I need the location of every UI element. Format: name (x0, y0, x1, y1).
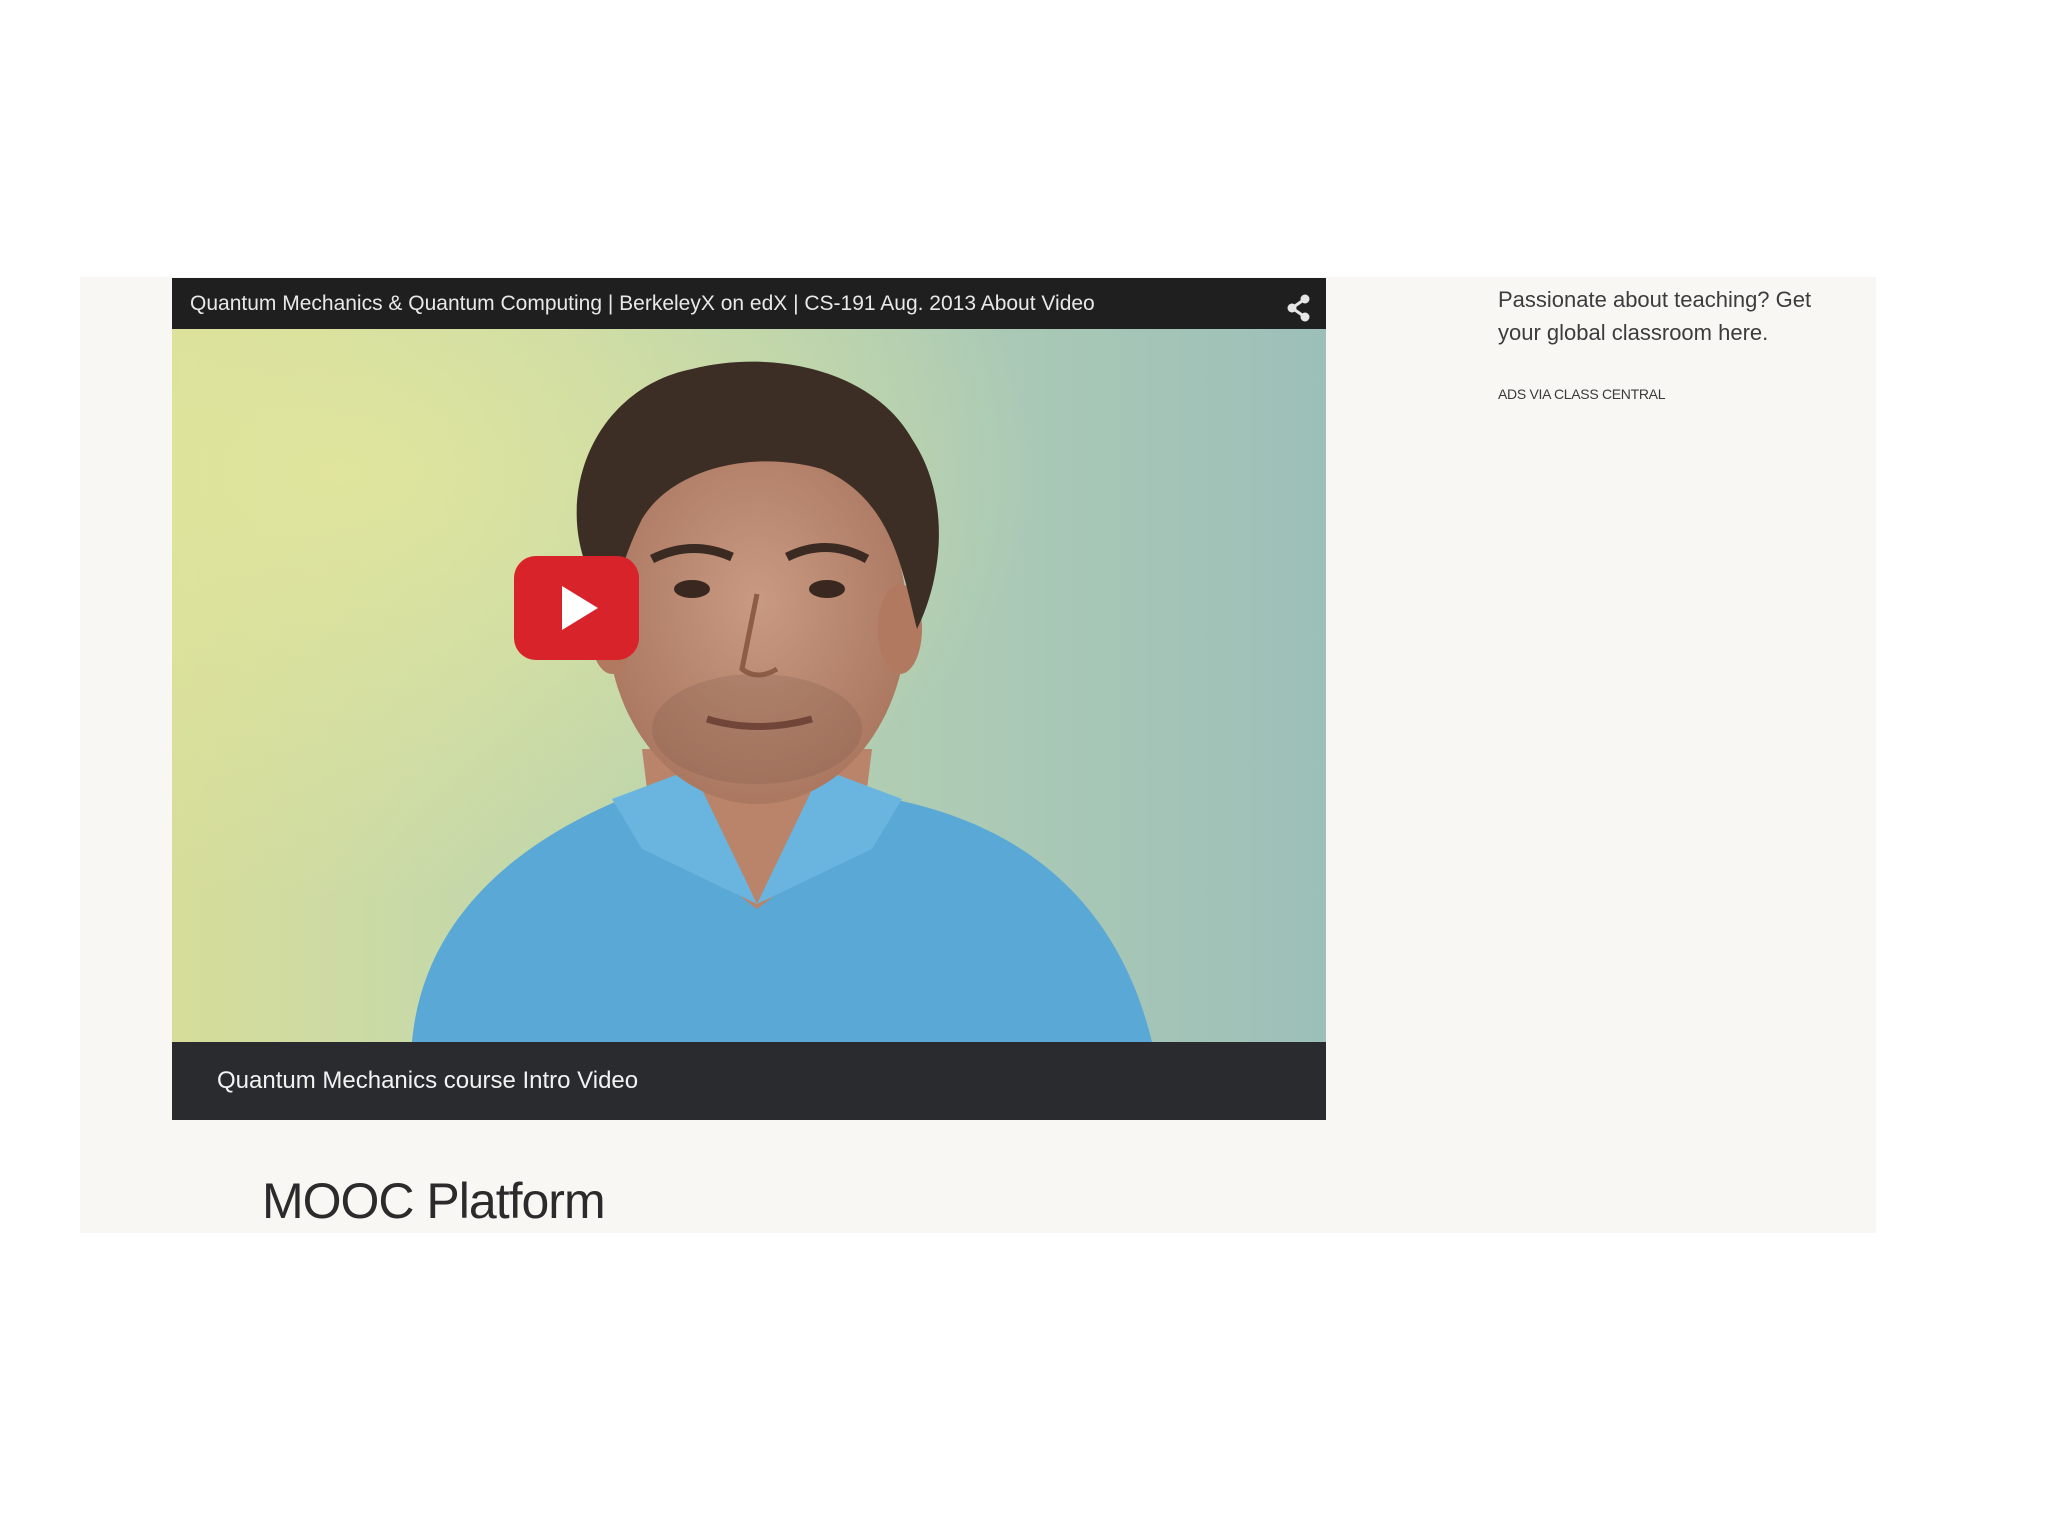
video-player[interactable]: Quantum Mechanics & Quantum Computing | … (172, 278, 1326, 1120)
section-heading: MOOC Platform (262, 1173, 606, 1229)
play-button[interactable] (514, 556, 639, 660)
share-icon[interactable] (1286, 290, 1312, 322)
sidebar-ad-text[interactable]: Passionate about teaching? Get your glob… (1498, 283, 1828, 349)
video-thumbnail[interactable] (172, 329, 1326, 1042)
presenter-image (172, 329, 1326, 1042)
video-title-bar: Quantum Mechanics & Quantum Computing | … (172, 278, 1326, 329)
video-caption-bar: Quantum Mechanics course Intro Video (172, 1042, 1326, 1120)
ads-attribution-link[interactable]: ADS VIA CLASS CENTRAL (1498, 386, 1666, 402)
video-caption: Quantum Mechanics course Intro Video (217, 1067, 639, 1094)
video-title[interactable]: Quantum Mechanics & Quantum Computing | … (190, 292, 1095, 315)
